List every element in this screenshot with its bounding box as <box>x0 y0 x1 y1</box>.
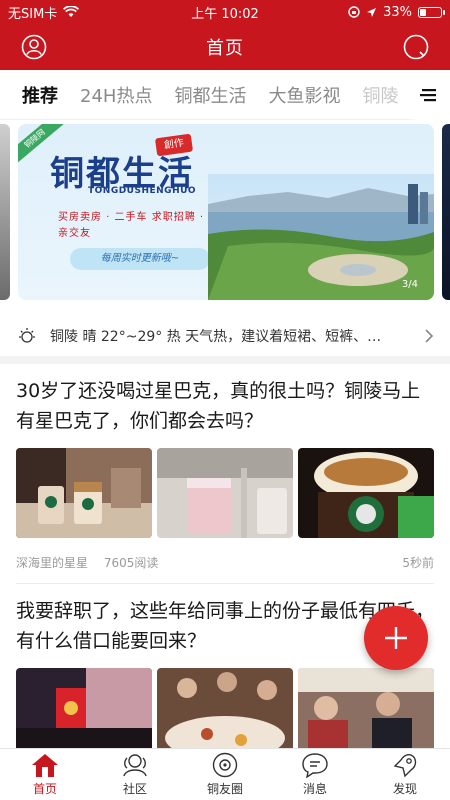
banner-ribbon: 每周实时更新哦~ <box>70 248 210 270</box>
bottom-nav-label: 消息 <box>302 782 327 796</box>
location-icon <box>367 7 377 17</box>
banner-tags: 买房卖房 · 二手车 求职招聘 · 相亲交友 <box>58 212 220 239</box>
banner-carousel[interactable]: 铜陵网 铜都生活 創作 TONGDUSHENGHUO 买房卖房 · 二手车 求职… <box>0 122 450 302</box>
category-tabs: 推荐 24H热点 铜都生活 大鱼影视 铜陵 <box>0 70 450 120</box>
message-icon <box>302 753 328 778</box>
bottom-nav-bar: 首页 社区 铜友圈 消息 发现 <box>0 748 450 800</box>
orientation-lock-icon <box>348 6 360 18</box>
starbucks-cups-photo <box>16 448 152 538</box>
channel-menu-button[interactable] <box>406 70 450 120</box>
profile-button[interactable] <box>20 33 48 61</box>
tab-tongdu-life[interactable]: 铜都生活 <box>174 76 246 114</box>
banner-slide[interactable]: 铜陵网 铜都生活 創作 TONGDUSHENGHUO 买房卖房 · 二手车 求职… <box>18 124 434 300</box>
battery-icon <box>418 6 445 18</box>
red-envelope-photo <box>16 668 152 758</box>
wifi-icon <box>63 6 80 17</box>
top-nav-bar: 首页 <box>0 24 450 70</box>
sun-icon <box>19 328 35 343</box>
next-banner-peek[interactable] <box>442 124 450 300</box>
menu-icon <box>420 89 436 102</box>
bottom-nav-messages[interactable]: 消息 <box>270 749 360 800</box>
lake-landscape-image <box>208 174 434 300</box>
weather-strip[interactable]: 铜陵 晴 22°~29° 热 天气热，建议着短裙、短裤、… <box>0 316 450 364</box>
status-bar: 无SIM卡 上午 10:02 33% <box>0 0 450 24</box>
bottom-nav-label: 铜友圈 <box>206 782 243 796</box>
banquet-photo <box>157 668 293 758</box>
bottom-nav-circle[interactable]: 铜友圈 <box>180 749 270 800</box>
community-icon <box>123 754 147 777</box>
party-photo <box>298 668 434 758</box>
bottom-nav-label: 社区 <box>122 782 147 796</box>
bottom-nav-discover[interactable]: 发现 <box>360 749 450 800</box>
bottom-nav-home[interactable]: 首页 <box>0 749 90 800</box>
frappuccino-photo <box>298 448 434 538</box>
tab-tongling[interactable]: 铜陵 <box>362 76 398 114</box>
article-reads: 7605阅读 <box>103 556 159 570</box>
circle-icon <box>212 752 238 778</box>
banner-pinyin: TONGDUSHENGHUO <box>88 186 197 196</box>
article-title[interactable]: 30岁了还没喝过星巴克，真的很土吗？铜陵马上有星巴克了，你们都会去吗？ <box>16 376 434 436</box>
prev-banner-peek[interactable] <box>0 124 10 300</box>
battery-percent: 33% <box>383 4 412 20</box>
article-time: 5秒前 <box>402 556 434 570</box>
divider <box>16 583 434 584</box>
search-button[interactable] <box>402 33 430 61</box>
create-post-button[interactable] <box>364 606 428 670</box>
home-icon <box>32 754 58 777</box>
tab-24h-hot[interactable]: 24H热点 <box>80 76 152 114</box>
discover-icon <box>393 753 417 778</box>
article-card[interactable]: 30岁了还没喝过星巴克，真的很土吗？铜陵马上有星巴克了，你们都会去吗？ 深海里的… <box>16 376 434 571</box>
pink-drink-photo <box>157 448 293 538</box>
page-title: 首页 <box>206 38 244 59</box>
article-author[interactable]: 深海里的星星 <box>16 556 88 570</box>
chevron-right-icon <box>425 329 434 343</box>
user-icon <box>21 34 47 60</box>
clock: 上午 10:02 <box>191 6 259 22</box>
banner-counter: 3/4 <box>401 279 418 290</box>
bottom-nav-label: 发现 <box>392 782 417 796</box>
tab-recommend[interactable]: 推荐 <box>22 76 58 114</box>
bottom-nav-community[interactable]: 社区 <box>90 749 180 800</box>
plus-icon <box>385 627 407 649</box>
tab-dayu-video[interactable]: 大鱼影视 <box>268 76 340 114</box>
search-icon <box>403 34 429 60</box>
carrier-label: 无SIM卡 <box>8 6 58 22</box>
weather-text: 铜陵 晴 22°~29° 热 天气热，建议着短裙、短裤、… <box>50 329 382 345</box>
bottom-nav-label: 首页 <box>32 782 57 796</box>
